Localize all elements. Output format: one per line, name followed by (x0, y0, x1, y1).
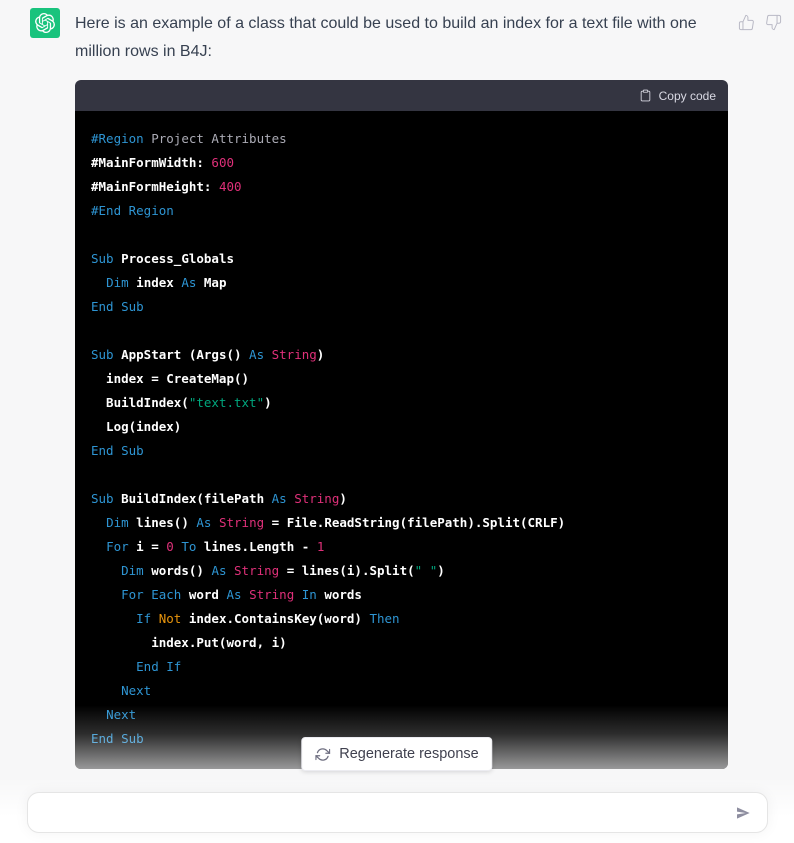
chat-page: Here is an example of a class that could… (0, 0, 794, 843)
assistant-message: Here is an example of a class that could… (0, 0, 794, 769)
openai-logo-icon (35, 13, 55, 33)
copy-code-button[interactable]: Copy code (639, 88, 716, 103)
code-body: #Region Project Attributes #MainFormWidth… (75, 111, 728, 769)
code-content: #Region Project Attributes #MainFormWidth… (91, 131, 566, 746)
message-input[interactable] (28, 793, 767, 832)
send-button[interactable] (731, 801, 755, 825)
send-icon (737, 806, 750, 819)
clipboard-icon (640, 89, 650, 102)
thumbs-up-icon (738, 14, 754, 31)
thumbs-down-icon (766, 14, 782, 31)
feedback-buttons (738, 8, 782, 34)
message-content: Here is an example of a class that could… (75, 8, 728, 769)
regenerate-response-button[interactable]: Regenerate response (301, 737, 493, 771)
regenerate-label: Regenerate response (339, 746, 479, 762)
code-block: Copy code #Region Project Attributes #Mai… (75, 80, 728, 769)
chatgpt-avatar (30, 8, 60, 38)
copy-code-label: Copy code (658, 88, 716, 103)
message-input-container (27, 792, 768, 833)
thumbs-down-button[interactable] (765, 14, 782, 34)
thumbs-up-button[interactable] (738, 14, 755, 34)
refresh-icon (315, 747, 331, 761)
message-text: Here is an example of a class that could… (75, 15, 697, 60)
code-block-header: Copy code (75, 80, 728, 111)
